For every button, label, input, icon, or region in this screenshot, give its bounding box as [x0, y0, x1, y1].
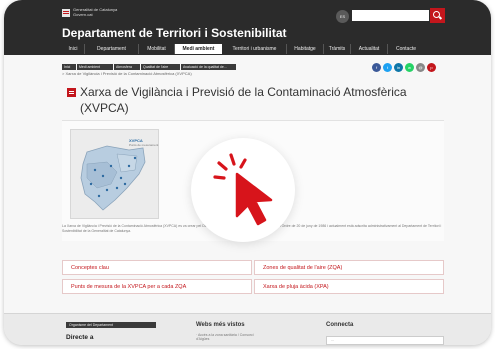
gencat-line2: Govern.cat [73, 11, 93, 17]
gencat-label[interactable]: Generalitat de Catalunya Govern.cat [73, 7, 133, 17]
main-nav: Inici Departament Mobilitat Medi ambient… [4, 42, 491, 55]
nav-item-territori[interactable]: Territori i urbanisme [223, 44, 287, 54]
catalonia-map-icon [80, 145, 146, 211]
nav-item-contacte[interactable]: Contacte [388, 44, 424, 54]
link-punts-mesura[interactable]: Punts de mesura de la XVPCA per a cada Z… [62, 279, 252, 294]
twitter-icon[interactable]: t [383, 63, 392, 72]
facebook-icon[interactable]: f [372, 63, 381, 72]
gencat-logo-icon[interactable] [62, 9, 70, 17]
linkedin-icon[interactable]: in [394, 63, 403, 72]
nav-item-departament[interactable]: Departament [85, 44, 139, 54]
page-title: Xarxa de Vigilància i Previsió de la Con… [80, 85, 407, 115]
email-icon[interactable]: @ [416, 63, 425, 72]
link-conceptes-clau[interactable]: Conceptes clau [62, 260, 252, 275]
footer-organisme-tag[interactable]: Organisme del Departament [66, 322, 156, 328]
breadcrumb-item[interactable]: Inici [62, 64, 76, 70]
footer-directe-heading: Directe a [66, 334, 94, 341]
whatsapp-icon[interactable]: w [405, 63, 414, 72]
breadcrumb-item[interactable]: Medi ambient [77, 64, 113, 70]
site-title[interactable]: Departament de Territori i Sostenibilita… [62, 26, 286, 40]
search-input[interactable] [352, 10, 429, 21]
language-button[interactable]: ES [336, 10, 349, 23]
connecta-select[interactable]: ... [326, 336, 444, 345]
related-links: Conceptes clau Zones de qualitat de l'ai… [62, 260, 444, 297]
link-xarxa-pluja-acida[interactable]: Xarxa de pluja àcida (XPA) [254, 279, 444, 294]
click-cursor-badge [191, 138, 295, 242]
nav-item-tramits[interactable]: Tràmits [324, 44, 351, 54]
nav-item-inici[interactable]: Inici [62, 44, 85, 54]
print-icon[interactable]: p [427, 63, 436, 72]
nav-item-actualitat[interactable]: Actualitat [351, 44, 388, 54]
breadcrumb-item[interactable]: Atmosfera [114, 64, 140, 70]
search-icon[interactable] [430, 8, 445, 23]
network-map-image[interactable]: XVPCA Punts de mesurament [70, 129, 159, 219]
breadcrumb-current: > Xarxa de Vigilància i Previsió de la C… [62, 71, 192, 76]
footer-webs-heading: Webs més vistos [196, 322, 245, 328]
browser-screenshot-card: Generalitat de Catalunya Govern.cat Depa… [4, 0, 491, 345]
click-cursor-icon [213, 153, 273, 226]
nav-item-habitatge[interactable]: Habitatge [287, 44, 324, 54]
footer-webs-link[interactable]: · Accés a la zona sanitària / Consorci d… [196, 333, 266, 341]
footer-connecta-heading: Connecta [326, 322, 354, 328]
site-header: Generalitat de Catalunya Govern.cat Depa… [4, 0, 491, 55]
site-footer: Organisme del Departament Directe a Webs… [4, 313, 491, 345]
link-zones-qualitat-aire[interactable]: Zones de qualitat de l'aire (ZQA) [254, 260, 444, 275]
breadcrumb-item[interactable]: Avaluació de la qualitat de... [181, 64, 236, 70]
breadcrumb-item[interactable]: Qualitat de l'aire [141, 64, 180, 70]
title-bullet-icon [67, 88, 76, 97]
nav-item-mobilitat[interactable]: Mobilitat [139, 44, 175, 54]
nav-item-medi-ambient[interactable]: Medi ambient [175, 44, 222, 54]
